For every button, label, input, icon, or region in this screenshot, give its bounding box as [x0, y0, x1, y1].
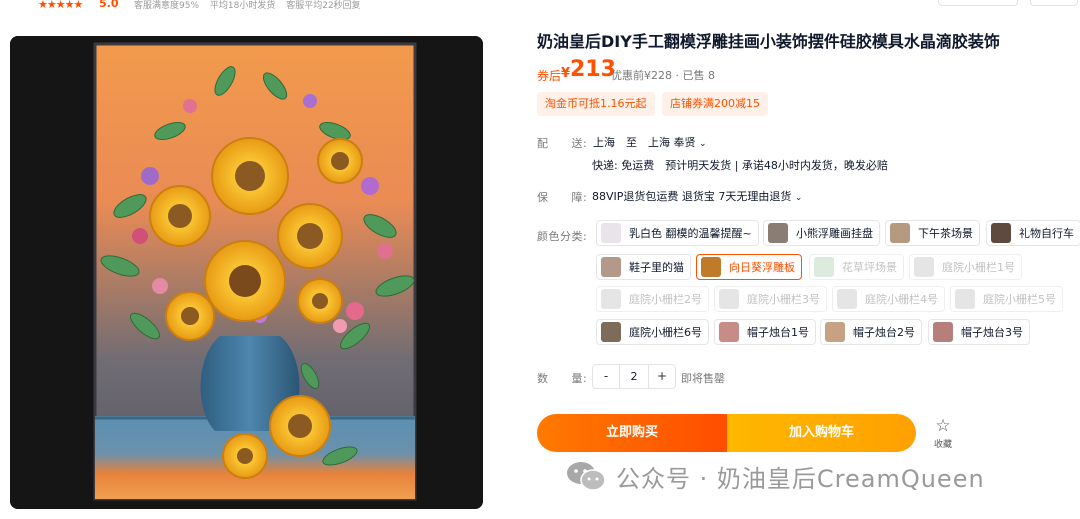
- sku-option[interactable]: 帽子烛台2号: [820, 319, 922, 345]
- add-to-cart-button[interactable]: 加入购物车: [727, 414, 916, 452]
- favorite-button[interactable]: ☆ 收藏: [928, 417, 958, 453]
- sku-thumbnail: [933, 322, 953, 342]
- sku-option-label: 乳白色 翻模的温馨提醒~: [629, 227, 752, 240]
- sku-option-label: 庭院小栅栏6号: [629, 326, 702, 339]
- sku-thumbnail: [701, 257, 721, 277]
- shop-metric-satisfaction: 客服满意度95%: [134, 1, 200, 11]
- sku-option[interactable]: 帽子烛台1号: [714, 319, 816, 345]
- quantity-stepper: - 2 +: [592, 364, 676, 389]
- product-title: 奶油皇后DIY手工翻模浮雕挂画小装饰摆件硅胶模具水晶滴胶装饰: [537, 32, 1000, 51]
- sku-option-label: 小熊浮雕画挂盘: [796, 227, 873, 240]
- sku-option-label: 鞋子里的猫: [629, 261, 684, 274]
- sku-option-label: 帽子烛台1号: [747, 326, 809, 339]
- sku-option[interactable]: 小熊浮雕画挂盘: [763, 220, 880, 246]
- sku-label: 颜色分类:: [537, 230, 588, 243]
- buy-now-button[interactable]: 立即购买: [537, 414, 727, 452]
- shop-metric-shipping: 平均18小时发货: [209, 1, 276, 11]
- chevron-down-icon: ⌄: [794, 193, 803, 203]
- sku-thumbnail: [768, 223, 788, 243]
- coupon-taojinbi[interactable]: 淘金币可抵1.16元起: [537, 92, 655, 116]
- sku-option[interactable]: 下午茶场景: [885, 220, 980, 246]
- sku-thumbnail: [837, 289, 857, 309]
- sku-thumbnail: [719, 289, 739, 309]
- sku-thumbnail: [601, 257, 621, 277]
- chevron-down-icon: ⌄: [699, 139, 707, 149]
- watermark-text: 公众号 · 奶油皇后CreamQueen: [616, 464, 985, 493]
- guarantee-text: 88VIP退货包运费 退货宝 7天无理由退货: [592, 190, 792, 203]
- stock-status: 即将售罄: [681, 372, 725, 385]
- rating-score: 5.0: [99, 0, 119, 10]
- sku-option-label: 帽子烛台3号: [961, 326, 1023, 339]
- sku-thumbnail: [601, 322, 621, 342]
- sku-option-label: 庭院小栅栏3号: [747, 293, 820, 306]
- original-price-sold: 优惠前¥228 · 已售 8: [611, 69, 715, 82]
- delivery-route-text: 上海 至 上海 奉贤: [593, 136, 696, 149]
- guarantee-info[interactable]: 88VIP退货包运费 退货宝 7天无理由退货 ⌄: [592, 188, 802, 204]
- product-main-image[interactable]: [10, 36, 483, 509]
- sku-thumbnail: [601, 223, 621, 243]
- sku-option-label: 庭院小栅栏1号: [942, 261, 1015, 274]
- sku-option-label: 庭院小栅栏2号: [629, 293, 702, 306]
- coupon-shop[interactable]: 店铺券满200减15: [662, 92, 768, 116]
- sku-option[interactable]: 礼物自行车: [986, 220, 1080, 246]
- rating-stars-icon: ★★★★★: [38, 0, 83, 11]
- delivery-route[interactable]: 上海 至 上海 奉贤 ⌄: [593, 134, 707, 150]
- watermark: 公众号 · 奶油皇后CreamQueen: [566, 458, 985, 494]
- sku-thumbnail: [955, 289, 975, 309]
- sku-thumbnail: [601, 289, 621, 309]
- sku-thumbnail: [991, 223, 1011, 243]
- sku-option-label: 向日葵浮雕板: [729, 261, 795, 274]
- top-action-button[interactable]: [938, 0, 1018, 6]
- sku-thumbnail: [814, 257, 834, 277]
- shop-metric-reply: 客服平均22秒回复: [286, 1, 361, 11]
- sku-option: 庭院小栅栏2号: [596, 286, 709, 312]
- quantity-minus-button[interactable]: -: [593, 365, 619, 388]
- sku-thumbnail: [914, 257, 934, 277]
- sku-option-label: 庭院小栅栏4号: [865, 293, 938, 306]
- sku-thumbnail: [890, 223, 910, 243]
- sku-option: 庭院小栅栏4号: [832, 286, 945, 312]
- quantity-plus-button[interactable]: +: [649, 365, 675, 388]
- quantity-input[interactable]: 2: [619, 365, 649, 388]
- sku-option[interactable]: 鞋子里的猫: [596, 254, 691, 280]
- sku-option[interactable]: 帽子烛台3号: [928, 319, 1030, 345]
- sku-option-label: 花草坪场景: [842, 261, 897, 274]
- sku-option-label: 下午茶场景: [918, 227, 973, 240]
- sku-option-label: 礼物自行车: [1019, 227, 1074, 240]
- sku-option[interactable]: 乳白色 翻模的温馨提醒~: [596, 220, 759, 246]
- sku-option-label: 帽子烛台2号: [853, 326, 915, 339]
- favorite-label: 收藏: [933, 440, 952, 450]
- sunflower-relief-image: [10, 36, 483, 509]
- shop-rating-strip: ★★★★★ 5.0 客服满意度95% 平均18小时发货 客服平均22秒回复: [0, 0, 1080, 14]
- guarantee-label: 保 障:: [537, 191, 588, 204]
- sku-thumbnail: [719, 322, 739, 342]
- delivery-label: 配 送:: [537, 137, 588, 150]
- top-more-button[interactable]: [1030, 0, 1078, 6]
- sku-option-label: 庭院小栅栏5号: [983, 293, 1056, 306]
- quantity-label: 数 量:: [537, 372, 588, 385]
- sku-option: 庭院小栅栏5号: [950, 286, 1063, 312]
- sku-option[interactable]: 庭院小栅栏6号: [596, 319, 709, 345]
- wechat-icon: [567, 462, 606, 491]
- star-icon: ☆: [935, 416, 951, 436]
- price-value: 213: [570, 57, 616, 82]
- sku-thumbnail: [825, 322, 845, 342]
- price-prefix: 券后: [537, 69, 562, 83]
- sku-option: 庭院小栅栏3号: [714, 286, 827, 312]
- sku-option: 庭院小栅栏1号: [909, 254, 1022, 280]
- delivery-detail: 快递: 免运费 预计明天发货 | 承诺48小时内发货，晚发必赔: [592, 159, 888, 172]
- sku-option[interactable]: 向日葵浮雕板: [696, 254, 802, 280]
- shop-metrics: 客服满意度95% 平均18小时发货 客服平均22秒回复: [134, 0, 369, 11]
- currency-symbol: ¥: [561, 66, 571, 81]
- sku-option: 花草坪场景: [809, 254, 904, 280]
